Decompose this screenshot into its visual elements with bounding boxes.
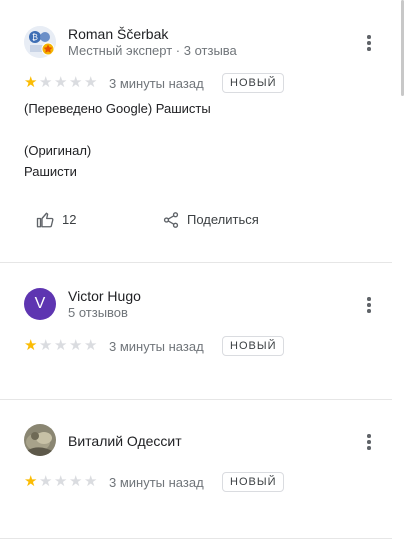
reviewer-meta[interactable]: Местный эксперт · 3 отзыва [68, 43, 237, 58]
reviewer-name[interactable]: Roman Ščerbak [68, 26, 168, 42]
avatar[interactable]: ₿ [24, 26, 56, 58]
avatar[interactable]: V [24, 288, 56, 320]
share-icon [163, 212, 179, 228]
reviewer-meta[interactable]: 5 отзывов [68, 305, 128, 320]
review-time: 3 минуты назад [109, 76, 204, 91]
review-card: Виталий Одессит ★ ★ ★ ★ ★ 3 минуты назад… [0, 400, 392, 550]
divider [0, 538, 392, 539]
review-time: 3 минуты назад [109, 339, 204, 354]
profile-photo-icon [24, 424, 56, 456]
scrollbar-thumb[interactable] [401, 0, 404, 96]
star-icon: ★ [69, 337, 83, 354]
star-icon: ★ [84, 337, 98, 354]
star-icon: ★ [69, 74, 83, 91]
avatar[interactable] [24, 424, 56, 456]
new-badge: НОВЫЙ [222, 73, 285, 93]
star-icon: ★ [39, 473, 53, 490]
more-options-button[interactable] [362, 296, 376, 314]
reviewer-name[interactable]: Victor Hugo [68, 288, 141, 304]
more-options-button[interactable] [362, 34, 376, 52]
star-rating: ★ ★ ★ ★ ★ [24, 337, 102, 354]
star-icon: ★ [84, 473, 98, 490]
avatar-letter: V [34, 295, 46, 312]
star-icon: ★ [39, 74, 53, 91]
reviewer-name[interactable]: Виталий Одессит [68, 433, 182, 449]
review-card: ₿ Roman Ščerbak Местный эксперт · 3 отзы… [0, 0, 392, 262]
new-badge: НОВЫЙ [222, 472, 285, 492]
star-icon: ★ [69, 473, 83, 490]
star-icon: ★ [24, 74, 38, 91]
like-count: 12 [62, 212, 77, 227]
review-translated-text: (Переведено Google) Рашисты [24, 101, 211, 116]
share-button[interactable]: Поделиться [162, 211, 272, 229]
star-icon: ★ [24, 337, 38, 354]
thumbs-up-icon [36, 212, 54, 228]
star-icon: ★ [54, 473, 68, 490]
review-original-label: (Оригинал) [24, 143, 92, 158]
star-icon: ★ [54, 337, 68, 354]
star-rating: ★ ★ ★ ★ ★ [24, 74, 102, 91]
review-original-text: Рашисти [24, 164, 77, 179]
scrollbar[interactable] [401, 0, 405, 550]
share-label: Поделиться [187, 212, 259, 227]
star-icon: ★ [24, 473, 38, 490]
review-time: 3 минуты назад [109, 475, 204, 490]
star-rating: ★ ★ ★ ★ ★ [24, 473, 102, 490]
new-badge: НОВЫЙ [222, 336, 285, 356]
like-button[interactable]: 12 [36, 211, 86, 229]
review-card: V Victor Hugo 5 отзывов ★ ★ ★ ★ ★ 3 мину… [0, 263, 392, 399]
svg-text:₿: ₿ [32, 33, 38, 42]
star-icon: ★ [54, 74, 68, 91]
star-icon: ★ [39, 337, 53, 354]
star-icon: ★ [84, 74, 98, 91]
profile-photo-icon: ₿ [24, 26, 56, 58]
more-options-button[interactable] [362, 433, 376, 451]
